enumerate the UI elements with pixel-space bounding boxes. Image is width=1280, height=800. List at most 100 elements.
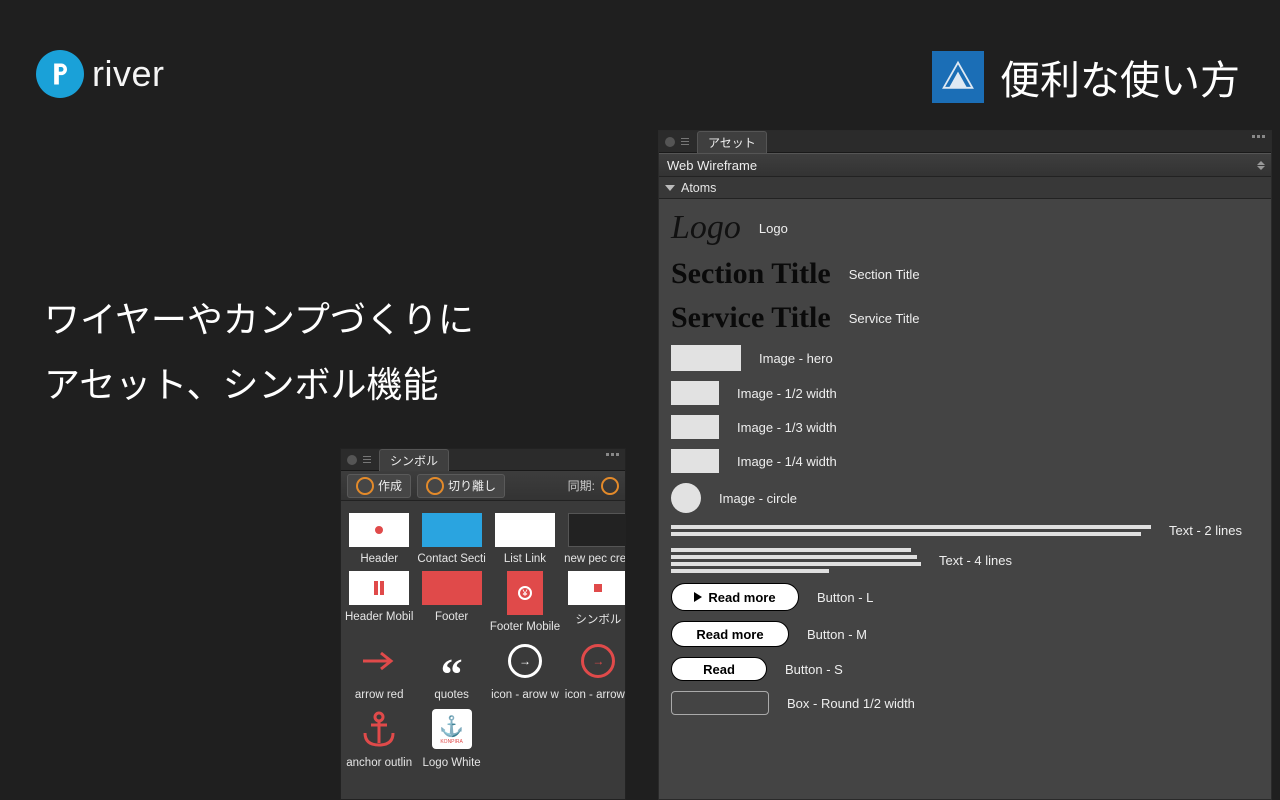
symbols-tab[interactable]: シンボル — [379, 449, 449, 471]
symbol-label: Footer Mobile — [490, 621, 560, 633]
top-bar: river 便利な使い方 — [0, 20, 1280, 90]
symbol-item[interactable]: List Link — [490, 509, 560, 565]
header-right: 便利な使い方 — [932, 48, 1240, 106]
close-icon[interactable] — [347, 455, 357, 465]
asset-label: Image - hero — [759, 351, 833, 366]
panel-menu-icon[interactable] — [1252, 135, 1265, 138]
header-mobile-thumb — [349, 571, 409, 605]
image-circle-preview — [671, 483, 701, 513]
asset-item-box-round[interactable]: Box - Round 1/2 width — [671, 691, 1259, 715]
asset-item-text-2-lines[interactable]: Text - 2 lines — [671, 523, 1259, 538]
asset-item-button-m[interactable]: Read more Button - M — [671, 621, 1259, 647]
footer-thumb — [422, 571, 482, 605]
asset-item-logo[interactable]: Logo Logo — [671, 209, 1259, 247]
assets-list: Logo Logo Section Title Section Title Se… — [659, 199, 1271, 735]
credit-thumb — [568, 513, 626, 547]
symbol-item[interactable]: “ quotes — [417, 635, 485, 701]
image-half-preview — [671, 381, 719, 405]
header-right-title: 便利な使い方 — [1000, 48, 1240, 106]
symbol-item[interactable]: Header Mobil — [345, 567, 413, 633]
asset-label: Image - 1/2 width — [737, 386, 837, 401]
symbol-label: Header — [345, 553, 413, 565]
button-l-preview: Read more — [671, 583, 799, 611]
asset-label: Image - 1/4 width — [737, 454, 837, 469]
symbols-grid: Header Contact Secti List Link new pec c… — [341, 501, 625, 777]
brand-logo-icon — [36, 50, 84, 98]
listlink-thumb — [495, 513, 555, 547]
symbol-label: icon - arow w — [490, 689, 560, 701]
image-third-preview — [671, 415, 719, 439]
disclosure-triangle-icon — [665, 185, 675, 191]
asset-item-text-4-lines[interactable]: Text - 4 lines — [671, 548, 1259, 573]
asset-label: Button - S — [785, 662, 843, 677]
symbol-item[interactable]: new pec cred — [564, 509, 626, 565]
asset-item-image-circle[interactable]: Image - circle — [671, 483, 1259, 513]
button-l-text: Read more — [708, 590, 775, 605]
asset-item-image-hero[interactable]: Image - hero — [671, 345, 1259, 371]
asset-item-button-l[interactable]: Read more Button - L — [671, 583, 1259, 611]
assets-group-name: Atoms — [681, 181, 716, 195]
symbol-item[interactable]: ¥ Footer Mobile — [490, 567, 560, 633]
arrow-circle-white-icon: → — [495, 639, 555, 683]
button-m-text: Read more — [696, 627, 763, 642]
symbol-item[interactable]: シンボル — [564, 567, 626, 633]
service-title-preview: Service Title — [671, 301, 831, 335]
symbol-item[interactable]: ⚓KONPIRA Logo White — [417, 703, 485, 769]
symbol-item[interactable]: → icon - arow w — [490, 635, 560, 701]
symbol-item[interactable]: Footer — [417, 567, 485, 633]
sync-label: 同期: — [568, 477, 595, 494]
asset-item-button-s[interactable]: Read Button - S — [671, 657, 1259, 681]
logo-white-thumb: ⚓KONPIRA — [422, 707, 482, 751]
close-icon[interactable] — [665, 137, 675, 147]
symbol-label: arrow red — [345, 689, 413, 701]
symbol-thumb — [568, 571, 626, 605]
create-symbol-button[interactable]: 作成 — [347, 474, 411, 498]
button-s-text: Read — [703, 662, 735, 677]
stepper-icon — [1257, 161, 1265, 170]
asset-label: Logo — [759, 221, 788, 236]
symbol-label: List Link — [490, 553, 560, 565]
symbol-label: icon - arrow r — [564, 689, 626, 701]
detach-symbol-button[interactable]: 切り離し — [417, 474, 505, 498]
panel-menu-icon[interactable] — [606, 453, 619, 456]
asset-label: Image - circle — [719, 491, 797, 506]
symbol-item[interactable]: → icon - arrow r — [564, 635, 626, 701]
symbol-item[interactable]: anchor outlin — [345, 703, 413, 769]
symbol-item[interactable]: arrow red — [345, 635, 413, 701]
asset-item-service-title[interactable]: Service Title Service Title — [671, 301, 1259, 335]
symbol-label: anchor outlin — [345, 757, 413, 769]
symbol-item[interactable]: Header — [345, 509, 413, 565]
contact-thumb — [422, 513, 482, 547]
symbol-item[interactable]: Contact Secti — [417, 509, 485, 565]
assets-group-header[interactable]: Atoms — [659, 177, 1271, 199]
panel-drag-icon[interactable] — [681, 138, 689, 145]
brand-name: river — [92, 53, 165, 95]
headline: ワイヤーやカンプづくりに アセット、シンボル機能 — [44, 288, 474, 418]
asset-label: Text - 4 lines — [939, 553, 1012, 568]
symbols-panel: シンボル 作成 切り離し 同期: Header Contact Secti Li… — [340, 448, 626, 800]
image-hero-preview — [671, 345, 741, 371]
detach-icon — [426, 477, 444, 495]
button-s-preview: Read — [671, 657, 767, 681]
image-quarter-preview — [671, 449, 719, 473]
assets-library-name: Web Wireframe — [667, 158, 757, 173]
text-2-lines-preview — [671, 525, 1151, 536]
asset-item-image-quarter[interactable]: Image - 1/4 width — [671, 449, 1259, 473]
asset-item-image-third[interactable]: Image - 1/3 width — [671, 415, 1259, 439]
headline-line-1: ワイヤーやカンプづくりに — [44, 288, 474, 353]
button-m-preview: Read more — [671, 621, 789, 647]
symbol-label: Footer — [417, 611, 485, 623]
arrow-red-icon — [349, 639, 409, 683]
brand: river — [36, 50, 165, 98]
logo-preview: Logo — [671, 209, 741, 247]
assets-library-selector[interactable]: Web Wireframe — [659, 153, 1271, 177]
symbol-label: Contact Secti — [417, 553, 485, 565]
symbol-label: シンボル — [564, 611, 626, 627]
sync-toggle-icon[interactable] — [601, 477, 619, 495]
assets-tab[interactable]: アセット — [697, 131, 767, 153]
asset-item-section-title[interactable]: Section Title Section Title — [671, 257, 1259, 291]
asset-item-image-half[interactable]: Image - 1/2 width — [671, 381, 1259, 405]
text-4-lines-preview — [671, 548, 921, 573]
panel-drag-icon[interactable] — [363, 456, 371, 463]
asset-label: Text - 2 lines — [1169, 523, 1242, 538]
